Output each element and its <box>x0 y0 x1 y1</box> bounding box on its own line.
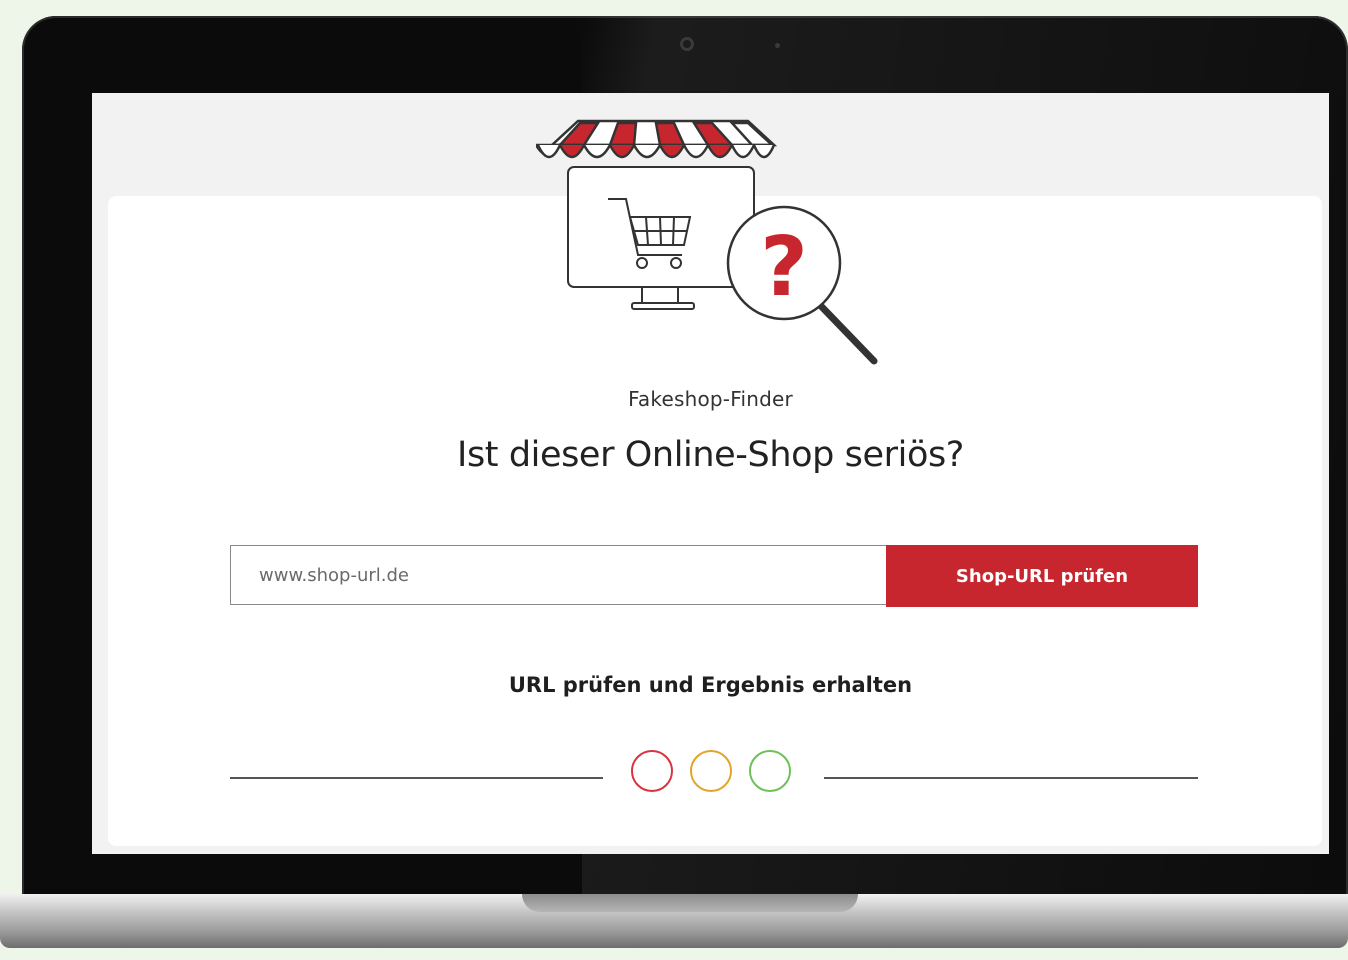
question-mark-icon: ? <box>760 220 808 315</box>
shop-awning-icon <box>536 119 778 159</box>
green-light-icon <box>749 750 791 792</box>
app-screen: ? Fakeshop-Finder Ist dieser Online-Shop… <box>92 93 1329 854</box>
page-title: Ist dieser Online-Shop seriös? <box>457 435 964 475</box>
divider-left <box>230 777 603 779</box>
magnifier-question-icon: ? <box>726 205 878 365</box>
shop-url-input[interactable] <box>230 545 886 605</box>
result-caption: URL prüfen und Ergebnis erhalten <box>508 673 913 697</box>
divider-right <box>824 777 1198 779</box>
check-url-button[interactable]: Shop-URL prüfen <box>886 545 1198 607</box>
laptop-base-notch <box>522 894 858 912</box>
red-light-icon <box>631 750 673 792</box>
app-name: Fakeshop-Finder <box>628 387 793 411</box>
laptop-screen-frame: ? Fakeshop-Finder Ist dieser Online-Shop… <box>22 16 1348 900</box>
yellow-light-icon <box>690 750 732 792</box>
fakeshop-illustration: ? <box>536 119 878 365</box>
